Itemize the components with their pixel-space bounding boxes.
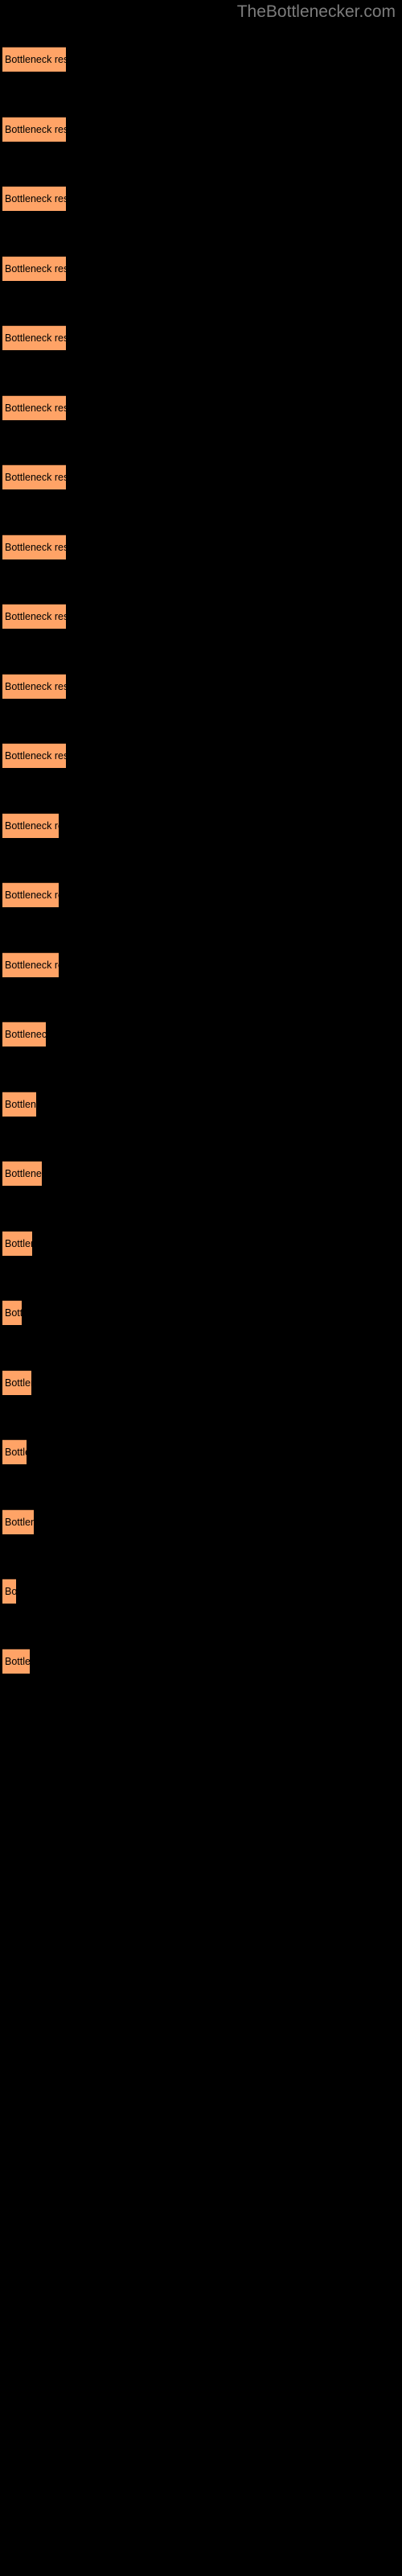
bar-row: Bottleneck result — [0, 673, 402, 699]
bar-label: Bottleneck result — [5, 193, 66, 204]
bar-segment[interactable]: Bottleneck result — [2, 186, 66, 211]
bar-row: Bottleneck result — [0, 534, 402, 559]
bar-label: Bottleneck result — [5, 1307, 22, 1319]
bar-row: Bottleneck result — [0, 1161, 402, 1186]
bar-segment[interactable]: Bottleneck result — [2, 464, 66, 489]
bar-row: Bottleneck result — [0, 255, 402, 281]
bar-segment[interactable]: Bottleneck result — [2, 534, 66, 559]
bar-segment[interactable]: Bottleneck result — [2, 325, 66, 350]
bar-segment[interactable]: Bottleneck result — [2, 116, 66, 142]
bar-label: Bottleneck result — [5, 123, 66, 135]
bar-segment[interactable]: Bottleneck result — [2, 1300, 22, 1325]
bar-segment[interactable]: Bottleneck result — [2, 812, 59, 838]
bar-row: Bottleneck result — [0, 47, 402, 72]
bar-label: Bottleneck result — [5, 750, 66, 762]
bar-row: Bottleneck result — [0, 812, 402, 838]
bar-row: Bottleneck result — [0, 952, 402, 977]
bar-label: Bottleneck result — [5, 262, 66, 275]
bar-label: Bottleneck result — [5, 611, 66, 622]
bar-row: Bottleneck result — [0, 464, 402, 489]
bar-row: Bottleneck result — [0, 1579, 402, 1604]
bar-segment[interactable]: Bottleneck result — [2, 1161, 42, 1186]
bar-segment[interactable]: Bottleneck result — [2, 1369, 31, 1395]
bar-row: Bottleneck result — [0, 186, 402, 211]
bar-segment[interactable]: Bottleneck result — [2, 1230, 32, 1256]
bar-segment[interactable]: Bottleneck result — [2, 882, 59, 907]
bottleneck-bar-chart: Bottleneck result Bottleneck result Bottle… — [0, 0, 402, 2576]
bar-label: Bottleneck result — [5, 1168, 42, 1179]
bar-segment[interactable]: Bottleneck result — [2, 743, 66, 768]
bar-label: Bottleneck result — [5, 541, 66, 553]
bar-segment[interactable]: Bottleneck result — [2, 1091, 36, 1117]
bar-label: Bottleneck result — [5, 1098, 36, 1110]
bar-label: Bottleneck result — [5, 1029, 46, 1040]
bar-label: Bottleneck result — [5, 959, 59, 971]
bar-row: Bottleneck result — [0, 1022, 402, 1046]
bar-segment[interactable]: Bottleneck result — [2, 1509, 34, 1534]
bar-label: Bottleneck result — [5, 472, 66, 483]
bar-row: Bottleneck result — [0, 1369, 402, 1395]
bar-label: Bottleneck result — [5, 1586, 16, 1597]
bar-row: Bottleneck result — [0, 325, 402, 350]
bar-row: Bottleneck result — [0, 743, 402, 768]
bar-label: Bottleneck result — [5, 819, 59, 832]
bar-segment[interactable]: Bottleneck result — [2, 394, 66, 420]
bar-segment[interactable]: Bottleneck result — [2, 255, 66, 281]
bar-row: Bottleneck result — [0, 1300, 402, 1325]
bar-row: Bottleneck result — [0, 1091, 402, 1117]
bar-segment[interactable]: Bottleneck result — [2, 1022, 46, 1046]
bar-row: Bottleneck result — [0, 1648, 402, 1674]
bar-label: Bottleneck result — [5, 402, 66, 414]
bar-label: Bottleneck result — [5, 1377, 31, 1389]
bar-label: Bottleneck result — [5, 890, 59, 901]
bar-row: Bottleneck result — [0, 1230, 402, 1256]
bar-segment[interactable]: Bottleneck result — [2, 1439, 27, 1464]
bar-segment[interactable]: Bottleneck result — [2, 1579, 16, 1604]
bar-row: Bottleneck result — [0, 1439, 402, 1464]
bar-segment[interactable]: Bottleneck result — [2, 604, 66, 629]
bar-label: Bottleneck result — [5, 1447, 27, 1458]
bar-segment[interactable]: Bottleneck result — [2, 47, 66, 72]
bar-label: Bottleneck result — [5, 1516, 34, 1528]
bar-label: Bottleneck result — [5, 680, 66, 692]
bar-row: Bottleneck result — [0, 604, 402, 629]
bar-row: Bottleneck result — [0, 116, 402, 142]
bar-segment[interactable]: Bottleneck result — [2, 673, 66, 699]
bar-row: Bottleneck result — [0, 394, 402, 420]
bar-row: Bottleneck result — [0, 1509, 402, 1534]
bar-segment[interactable]: Bottleneck result — [2, 952, 59, 977]
bar-row: Bottleneck result — [0, 882, 402, 907]
bar-label: Bottleneck result — [5, 1655, 30, 1667]
bar-label: Bottleneck result — [5, 332, 66, 344]
bar-label: Bottleneck result — [5, 54, 66, 65]
bar-label: Bottleneck result — [5, 1237, 32, 1249]
bar-segment[interactable]: Bottleneck result — [2, 1648, 30, 1674]
